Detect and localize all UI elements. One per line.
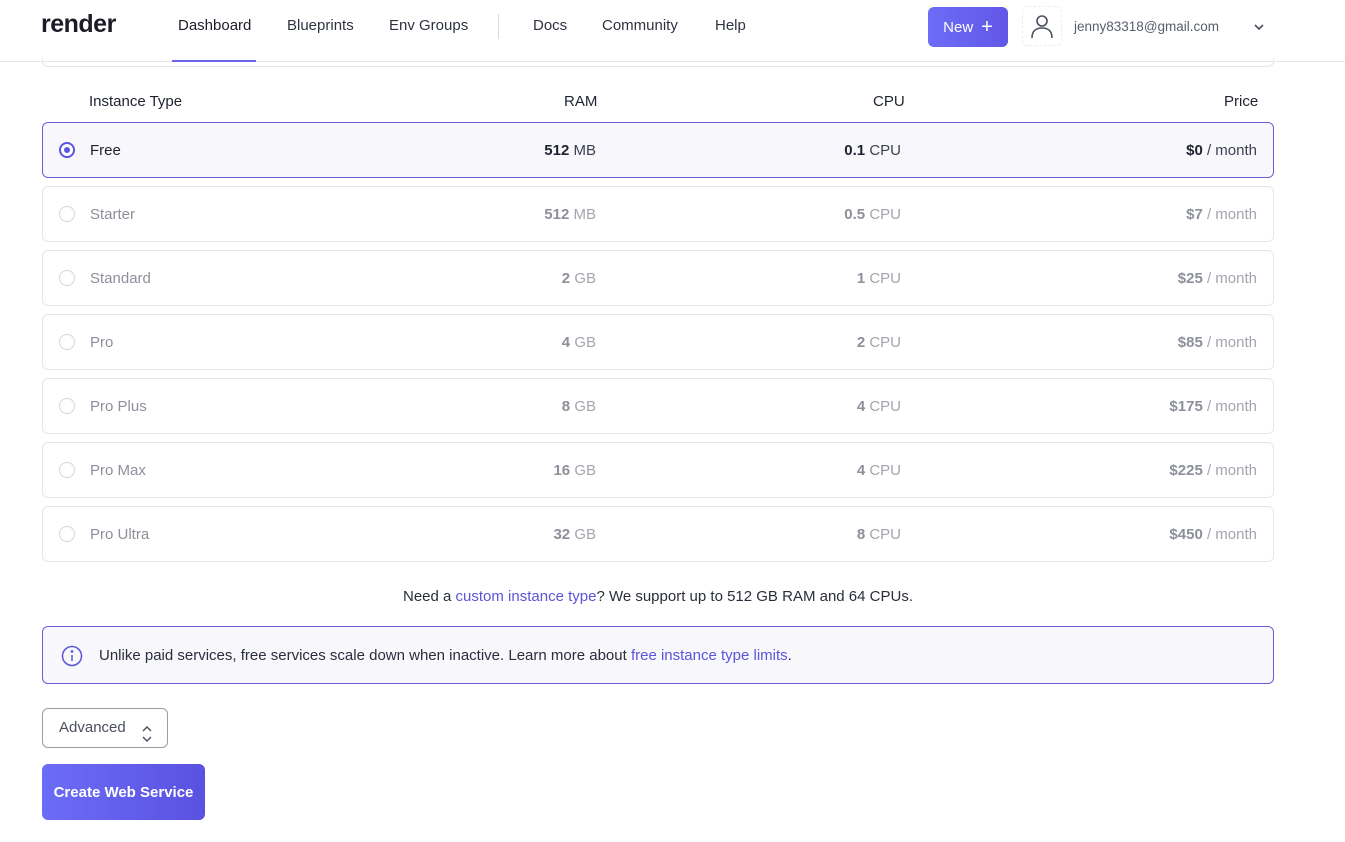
custom-instance-note: Need a custom instance type? We support … bbox=[0, 588, 1316, 605]
price-value: $175 / month bbox=[1169, 398, 1257, 415]
nav-env-groups[interactable]: Env Groups bbox=[389, 17, 468, 34]
instance-name: Free bbox=[90, 142, 121, 159]
price-value: $85 / month bbox=[1177, 334, 1257, 351]
radio-button[interactable] bbox=[59, 526, 75, 542]
instance-name: Standard bbox=[90, 270, 151, 287]
instance-name: Pro bbox=[90, 334, 114, 351]
custom-note-suffix: ? We support up to 512 GB RAM and 64 CPU… bbox=[596, 588, 913, 605]
price-value: $0 / month bbox=[1186, 142, 1257, 159]
top-header: render Dashboard Blueprints Env Groups D… bbox=[0, 0, 1345, 62]
instance-name: Pro Plus bbox=[90, 398, 147, 415]
instance-row-pro-ultra[interactable]: Pro Ultra 32 GB 8 CPU $450 / month bbox=[42, 506, 1274, 562]
create-web-service-button[interactable]: Create Web Service bbox=[42, 764, 205, 820]
nav-divider bbox=[498, 14, 499, 39]
free-limits-link[interactable]: free instance type limits bbox=[631, 647, 788, 664]
nav-community[interactable]: Community bbox=[602, 17, 678, 34]
cpu-value: 4 CPU bbox=[856, 398, 901, 415]
nav-docs[interactable]: Docs bbox=[533, 17, 567, 34]
cpu-value: 0.1 CPU bbox=[844, 142, 901, 159]
new-button[interactable]: New + bbox=[928, 7, 1008, 47]
price-value: $25 / month bbox=[1177, 270, 1257, 287]
ram-value: 2 GB bbox=[561, 270, 596, 287]
custom-note-prefix: Need a bbox=[402, 588, 456, 605]
info-text-body: Unlike paid services, free services scal… bbox=[99, 647, 631, 664]
instance-row-starter[interactable]: Starter 512 MB 0.5 CPU $7 / month bbox=[42, 186, 1274, 242]
advanced-toggle[interactable]: Advanced bbox=[42, 708, 168, 748]
radio-button[interactable] bbox=[59, 206, 75, 222]
header-price: Price bbox=[1224, 93, 1259, 110]
previous-section-edge bbox=[42, 58, 1274, 67]
chevron-down-icon[interactable] bbox=[1250, 18, 1268, 36]
custom-instance-link[interactable]: custom instance type bbox=[456, 588, 597, 605]
info-text-suffix: . bbox=[787, 647, 792, 664]
instance-name: Starter bbox=[90, 206, 136, 223]
ram-value: 8 GB bbox=[561, 398, 596, 415]
instance-name: Pro Ultra bbox=[90, 526, 150, 543]
account-email[interactable]: jenny83318@gmail.com bbox=[1074, 19, 1219, 34]
price-value: $225 / month bbox=[1169, 462, 1257, 479]
cpu-value: 8 CPU bbox=[856, 526, 901, 543]
ram-value: 32 GB bbox=[553, 526, 596, 543]
instance-row-pro-max[interactable]: Pro Max 16 GB 4 CPU $225 / month bbox=[42, 442, 1274, 498]
instance-row-pro-plus[interactable]: Pro Plus 8 GB 4 CPU $175 / month bbox=[42, 378, 1274, 434]
plus-icon: + bbox=[981, 16, 993, 38]
cpu-value: 2 CPU bbox=[856, 334, 901, 351]
info-text: Unlike paid services, free services scal… bbox=[99, 647, 792, 664]
free-tier-info-box: Unlike paid services, free services scal… bbox=[42, 626, 1274, 684]
render-logo[interactable]: render bbox=[41, 10, 116, 39]
instance-row-standard[interactable]: Standard 2 GB 1 CPU $25 / month bbox=[42, 250, 1274, 306]
advanced-label: Advanced bbox=[59, 719, 126, 736]
radio-button[interactable] bbox=[59, 334, 75, 350]
price-value: $450 / month bbox=[1169, 526, 1257, 543]
instance-row-free[interactable]: Free 512 MB 0.1 CPU $0 / month bbox=[42, 122, 1274, 178]
radio-button[interactable] bbox=[59, 398, 75, 414]
ram-value: 4 GB bbox=[561, 334, 596, 351]
header-ram: RAM bbox=[564, 93, 598, 110]
instance-row-pro[interactable]: Pro 4 GB 2 CPU $85 / month bbox=[42, 314, 1274, 370]
nav-blueprints[interactable]: Blueprints bbox=[287, 17, 354, 34]
nav-help[interactable]: Help bbox=[715, 17, 746, 34]
radio-button[interactable] bbox=[59, 270, 75, 286]
nav-dashboard[interactable]: Dashboard bbox=[178, 17, 251, 34]
ram-value: 512 MB bbox=[544, 142, 596, 159]
updown-chevron-icon bbox=[141, 720, 153, 742]
cpu-value: 0.5 CPU bbox=[844, 206, 901, 223]
cpu-value: 4 CPU bbox=[856, 462, 901, 479]
new-button-label: New bbox=[943, 18, 974, 36]
cpu-value: 1 CPU bbox=[856, 270, 901, 287]
ram-value: 512 MB bbox=[544, 206, 596, 223]
radio-button[interactable] bbox=[59, 462, 75, 478]
instance-name: Pro Max bbox=[90, 462, 146, 479]
radio-button[interactable] bbox=[59, 142, 75, 158]
header-instance-type: Instance Type bbox=[89, 93, 183, 110]
info-icon bbox=[61, 645, 83, 667]
price-value: $7 / month bbox=[1186, 206, 1257, 223]
header-cpu: CPU bbox=[873, 93, 905, 110]
user-icon[interactable] bbox=[1022, 6, 1062, 46]
ram-value: 16 GB bbox=[553, 462, 596, 479]
